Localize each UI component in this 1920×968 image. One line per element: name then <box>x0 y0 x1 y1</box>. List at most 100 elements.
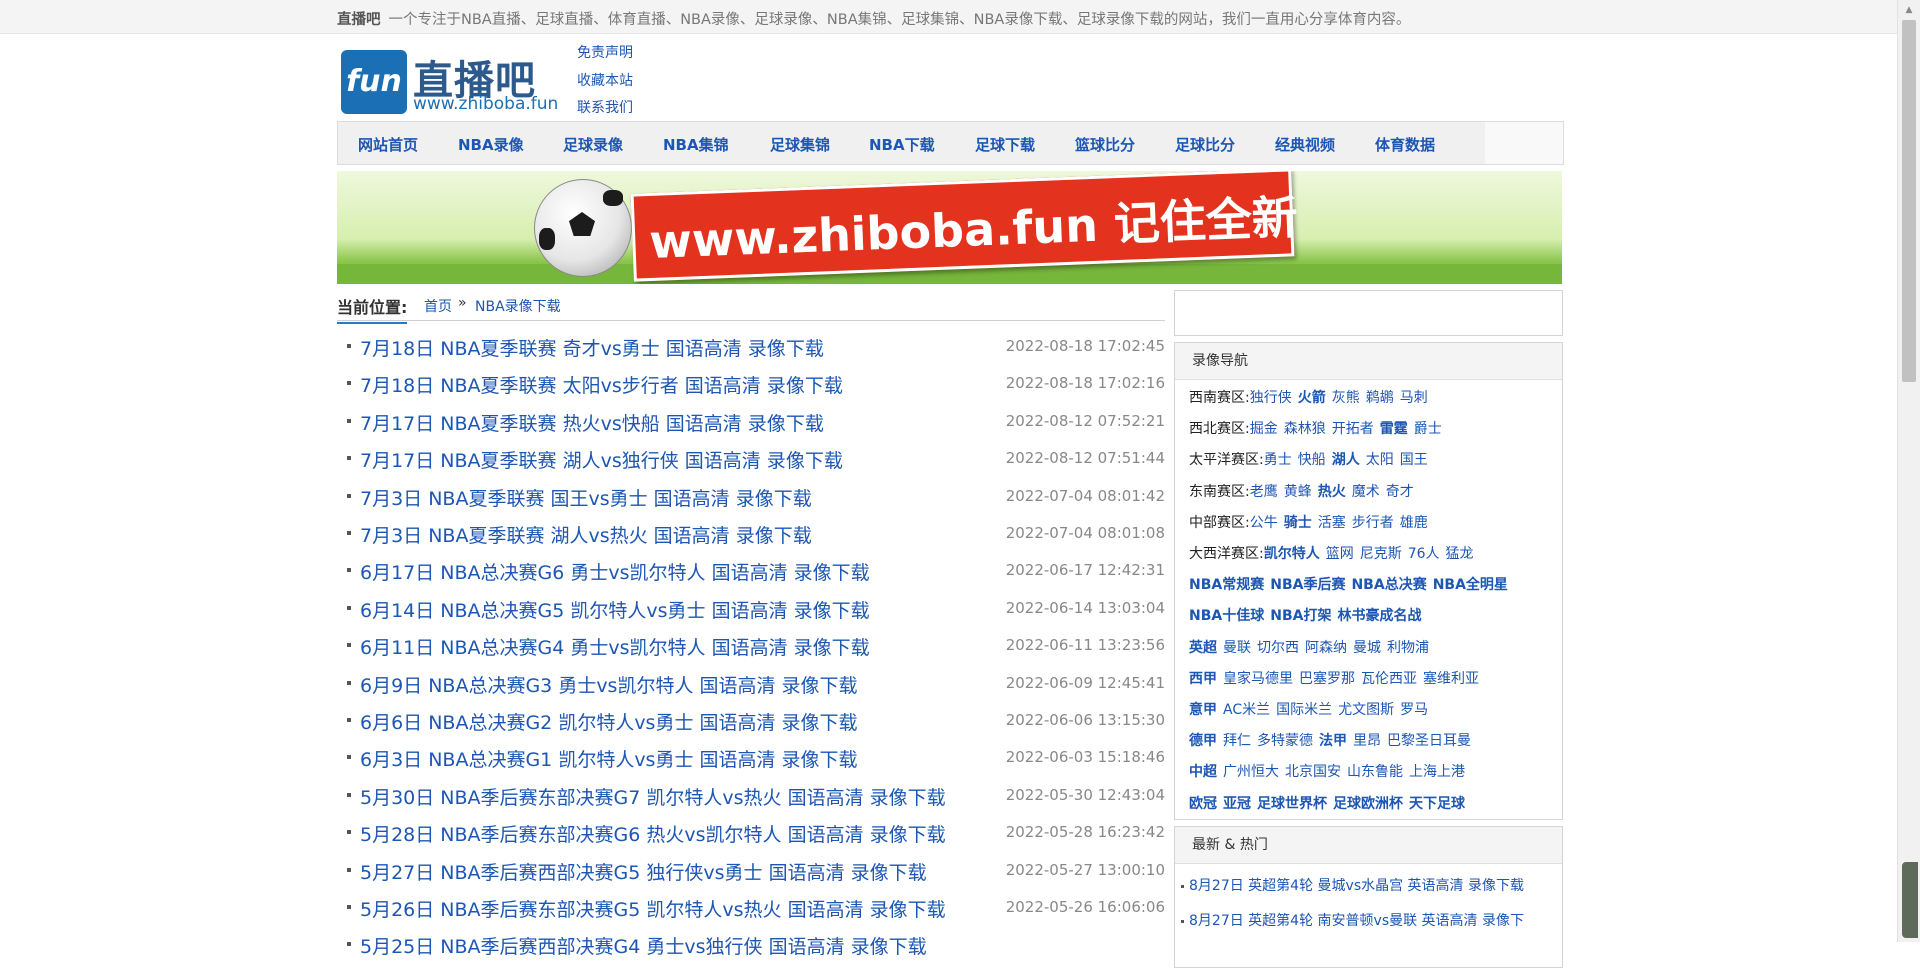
sidebar-search-box[interactable] <box>1174 290 1563 336</box>
category-link[interactable]: 西甲 <box>1189 671 1217 687</box>
category-link[interactable]: 快船 <box>1298 452 1326 468</box>
article-title-link[interactable]: 6月3日 NBA总决赛G1 凯尔特人vs勇士 国语高清 录像下载 <box>360 745 858 772</box>
category-link[interactable]: 罗马 <box>1400 702 1428 718</box>
category-link[interactable]: 足球世界杯 <box>1257 796 1327 812</box>
hot-item-link[interactable]: 8月27日 英超第4轮 南安普顿vs曼联 英语高清 录像下 <box>1189 913 1524 929</box>
category-link[interactable]: 国王 <box>1400 452 1428 468</box>
article-title-link[interactable]: 6月17日 NBA总决赛G6 勇士vs凯尔特人 国语高清 录像下载 <box>360 558 870 585</box>
category-link[interactable]: 火箭 <box>1298 390 1326 406</box>
contact-link[interactable]: 联系我们 <box>577 95 633 123</box>
scroll-thumb[interactable] <box>1902 20 1916 382</box>
category-link[interactable]: NBA全明星 <box>1433 577 1508 593</box>
category-link[interactable]: 勇士 <box>1264 452 1292 468</box>
category-link[interactable]: 猛龙 <box>1446 546 1474 562</box>
article-title-link[interactable]: 6月14日 NBA总决赛G5 凯尔特人vs勇士 国语高清 录像下载 <box>360 596 870 623</box>
nav-soccer-highlights[interactable]: 足球集锦 <box>770 134 830 155</box>
category-link[interactable]: 拜仁 <box>1223 733 1251 749</box>
category-link[interactable]: 上海上港 <box>1409 764 1465 780</box>
category-link[interactable]: 多特蒙德 <box>1257 733 1313 749</box>
category-link[interactable]: NBA总决赛 <box>1351 577 1426 593</box>
category-link[interactable]: 湖人 <box>1332 452 1360 468</box>
category-link[interactable]: 奇才 <box>1386 484 1414 500</box>
category-link[interactable]: 中超 <box>1189 764 1217 780</box>
banner[interactable]: www.zhiboba.fun 记住全新 <box>337 171 1562 284</box>
nav-basketball-scores[interactable]: 篮球比分 <box>1075 134 1135 155</box>
disclaimer-link[interactable]: 免责声明 <box>577 40 633 68</box>
category-link[interactable]: 亚冠 <box>1223 796 1251 812</box>
category-link[interactable]: 爵士 <box>1414 421 1442 437</box>
category-link[interactable]: 广州恒大 <box>1223 764 1279 780</box>
category-link[interactable]: NBA打架 <box>1270 608 1331 624</box>
page-scrollbar[interactable]: ▲ ▼ <box>1897 0 1920 942</box>
category-link[interactable]: 塞维利亚 <box>1423 671 1479 687</box>
category-link[interactable]: 雄鹿 <box>1400 515 1428 531</box>
category-link[interactable]: 英超 <box>1189 640 1217 656</box>
category-link[interactable]: 热火 <box>1318 484 1346 500</box>
category-link[interactable]: 老鹰 <box>1250 484 1278 500</box>
category-link[interactable]: 鹈鹕 <box>1366 390 1394 406</box>
category-link[interactable]: 足球欧洲杯 <box>1333 796 1403 812</box>
category-link[interactable]: 开拓者 <box>1332 421 1374 437</box>
category-link[interactable]: 曼城 <box>1353 640 1381 656</box>
breadcrumb-current[interactable]: NBA录像下载 <box>475 296 561 316</box>
category-link[interactable]: 里昂 <box>1353 733 1381 749</box>
article-title-link[interactable]: 7月3日 NBA夏季联赛 湖人vs热火 国语高清 录像下载 <box>360 521 812 548</box>
category-link[interactable]: 魔术 <box>1352 484 1380 500</box>
article-title-link[interactable]: 5月30日 NBA季后赛东部决赛G7 凯尔特人vs热火 国语高清 录像下载 <box>360 783 946 810</box>
category-link[interactable]: 森林狼 <box>1284 421 1326 437</box>
category-link[interactable]: 灰熊 <box>1332 390 1360 406</box>
category-link[interactable]: 凯尔特人 <box>1264 546 1320 562</box>
category-link[interactable]: 雷霆 <box>1380 421 1408 437</box>
category-link[interactable]: 国际米兰 <box>1276 702 1332 718</box>
category-link[interactable]: 步行者 <box>1352 515 1394 531</box>
category-link[interactable]: 太阳 <box>1366 452 1394 468</box>
category-link[interactable]: 曼联 <box>1223 640 1251 656</box>
category-link[interactable]: NBA常规赛 <box>1189 577 1264 593</box>
category-link[interactable]: 意甲 <box>1189 702 1217 718</box>
category-link[interactable]: 尤文图斯 <box>1338 702 1394 718</box>
category-link[interactable]: 骑士 <box>1284 515 1312 531</box>
nav-soccer-replay[interactable]: 足球录像 <box>563 134 623 155</box>
article-title-link[interactable]: 7月17日 NBA夏季联赛 湖人vs独行侠 国语高清 录像下载 <box>360 446 843 473</box>
nav-soccer-download[interactable]: 足球下载 <box>975 134 1035 155</box>
category-link[interactable]: 独行侠 <box>1250 390 1292 406</box>
category-link[interactable]: 掘金 <box>1250 421 1278 437</box>
category-link[interactable]: 德甲 <box>1189 733 1217 749</box>
nav-nba-replay[interactable]: NBA录像 <box>458 134 524 155</box>
category-link[interactable]: 76人 <box>1408 546 1440 562</box>
nav-nba-highlights[interactable]: NBA集锦 <box>663 134 729 155</box>
article-title-link[interactable]: 5月26日 NBA季后赛东部决赛G5 凯尔特人vs热火 国语高清 录像下载 <box>360 895 946 922</box>
site-logo[interactable]: fun 直播吧 www.zhiboba.fun <box>341 48 558 118</box>
category-link[interactable]: 尼克斯 <box>1360 546 1402 562</box>
article-title-link[interactable]: 7月17日 NBA夏季联赛 热火vs快船 国语高清 录像下载 <box>360 409 824 436</box>
category-link[interactable]: 欧冠 <box>1189 796 1217 812</box>
category-link[interactable]: AC米兰 <box>1223 702 1270 718</box>
article-title-link[interactable]: 5月28日 NBA季后赛东部决赛G6 热火vs凯尔特人 国语高清 录像下载 <box>360 820 946 847</box>
category-link[interactable]: 林书豪成名战 <box>1337 608 1421 624</box>
article-title-link[interactable]: 7月18日 NBA夏季联赛 太阳vs步行者 国语高清 录像下载 <box>360 371 843 398</box>
category-link[interactable]: 北京国安 <box>1285 764 1341 780</box>
category-link[interactable]: 公牛 <box>1250 515 1278 531</box>
article-title-link[interactable]: 6月9日 NBA总决赛G3 勇士vs凯尔特人 国语高清 录像下载 <box>360 671 858 698</box>
category-link[interactable]: 巴黎圣日耳曼 <box>1387 733 1471 749</box>
breadcrumb-home[interactable]: 首页 <box>424 296 452 316</box>
article-title-link[interactable]: 7月18日 NBA夏季联赛 奇才vs勇士 国语高清 录像下载 <box>360 334 824 361</box>
category-link[interactable]: 利物浦 <box>1387 640 1429 656</box>
category-link[interactable]: 黄蜂 <box>1284 484 1312 500</box>
article-title-link[interactable]: 5月27日 NBA季后赛西部决赛G5 独行侠vs勇士 国语高清 录像下载 <box>360 858 927 885</box>
category-link[interactable]: 山东鲁能 <box>1347 764 1403 780</box>
nav-classic-videos[interactable]: 经典视频 <box>1275 134 1335 155</box>
category-link[interactable]: NBA十佳球 <box>1189 608 1264 624</box>
nav-soccer-scores[interactable]: 足球比分 <box>1175 134 1235 155</box>
category-link[interactable]: 皇家马德里 <box>1223 671 1293 687</box>
category-link[interactable]: 切尔西 <box>1257 640 1299 656</box>
category-link[interactable]: 天下足球 <box>1409 796 1465 812</box>
bookmark-link[interactable]: 收藏本站 <box>577 68 633 96</box>
article-title-link[interactable]: 6月6日 NBA总决赛G2 凯尔特人vs勇士 国语高清 录像下载 <box>360 708 858 735</box>
nav-home[interactable]: 网站首页 <box>358 134 418 155</box>
category-link[interactable]: 瓦伦西亚 <box>1361 671 1417 687</box>
category-link[interactable]: 篮网 <box>1326 546 1354 562</box>
category-link[interactable]: 法甲 <box>1319 733 1347 749</box>
category-link[interactable]: 活塞 <box>1318 515 1346 531</box>
hot-item-link[interactable]: 8月27日 英超第4轮 曼城vs水晶宫 英语高清 录像下载 <box>1189 878 1524 894</box>
